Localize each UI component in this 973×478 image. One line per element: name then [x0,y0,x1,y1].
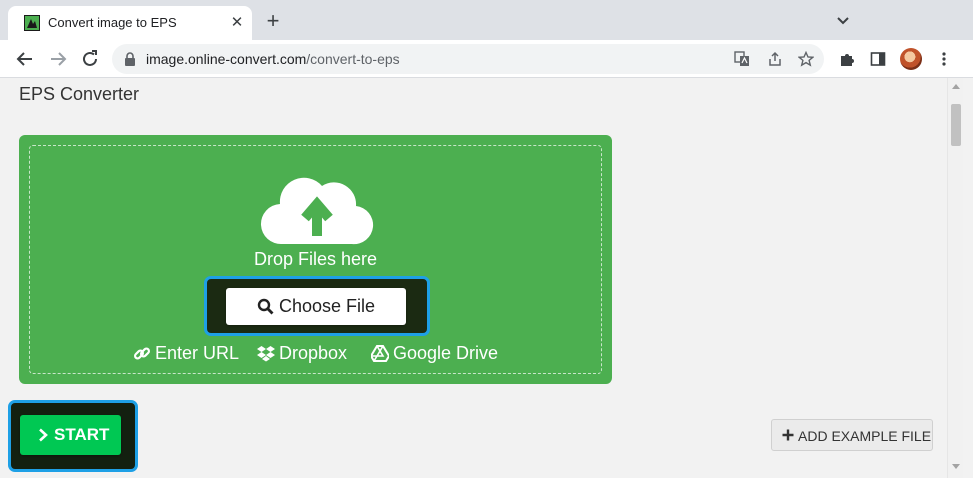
add-example-file-button[interactable]: ADD EXAMPLE FILE [771,419,933,451]
puzzle-icon[interactable] [839,51,855,67]
url-path: /convert-to-eps [306,51,400,67]
page-title: EPS Converter [19,84,140,104]
browser-toolbar: image.online-convert.com/convert-to-eps [0,40,973,78]
enter-url-label: Enter URL [155,343,240,363]
browser-tab[interactable]: Convert image to EPS ✕ [8,6,252,40]
google-drive-icon [371,345,389,362]
window-edge [963,78,973,478]
tab-title: Convert image to EPS [48,15,177,30]
dropbox-link[interactable]: Dropbox [257,343,357,365]
choose-file-label: Choose File [279,296,376,316]
chevron-right-icon [39,428,48,442]
reload-icon[interactable] [80,49,100,69]
star-icon[interactable] [798,51,814,67]
side-panel-icon[interactable] [870,51,886,67]
page-content: EPS Converter Drop Files here Choose Fil… [0,78,947,478]
share-icon[interactable] [767,51,783,67]
google-drive-link[interactable]: Google Drive [371,343,501,365]
enter-url-link[interactable]: Enter URL [133,343,243,365]
new-tab-icon[interactable]: + [263,10,283,32]
lock-icon[interactable] [124,52,136,66]
scroll-up-arrow-icon[interactable] [952,84,960,89]
drop-files-text: Drop Files here [253,249,378,269]
dropbox-label: Dropbox [279,343,348,363]
choose-file-button[interactable]: Choose File [226,288,406,325]
add-example-file-label: ADD EXAMPLE FILE [798,428,932,444]
back-arrow-icon[interactable] [15,49,35,69]
start-label: START [54,425,110,444]
dropbox-icon [257,346,275,362]
search-icon [257,298,274,315]
tab-strip: Convert image to EPS ✕ + [0,0,973,40]
tab-close-icon[interactable]: ✕ [228,14,246,32]
scroll-down-arrow-icon[interactable] [952,464,960,469]
chevron-down-icon[interactable] [834,13,852,29]
page-scrollbar[interactable] [947,78,963,478]
google-drive-label: Google Drive [393,343,499,363]
kebab-menu-icon[interactable] [936,51,952,67]
forward-arrow-icon[interactable] [48,49,68,69]
link-icon [133,347,151,360]
url-text: image.online-convert.com/convert-to-eps [146,51,400,67]
translate-icon[interactable] [734,51,750,67]
url-domain: image.online-convert.com [146,51,307,67]
plus-icon [782,429,794,441]
profile-avatar[interactable] [900,48,922,70]
cloud-upload-icon [260,177,374,245]
scroll-thumb[interactable] [951,104,961,146]
favicon-icon [24,15,40,31]
address-bar[interactable]: image.online-convert.com/convert-to-eps [112,44,824,74]
start-button[interactable]: START [20,415,121,455]
